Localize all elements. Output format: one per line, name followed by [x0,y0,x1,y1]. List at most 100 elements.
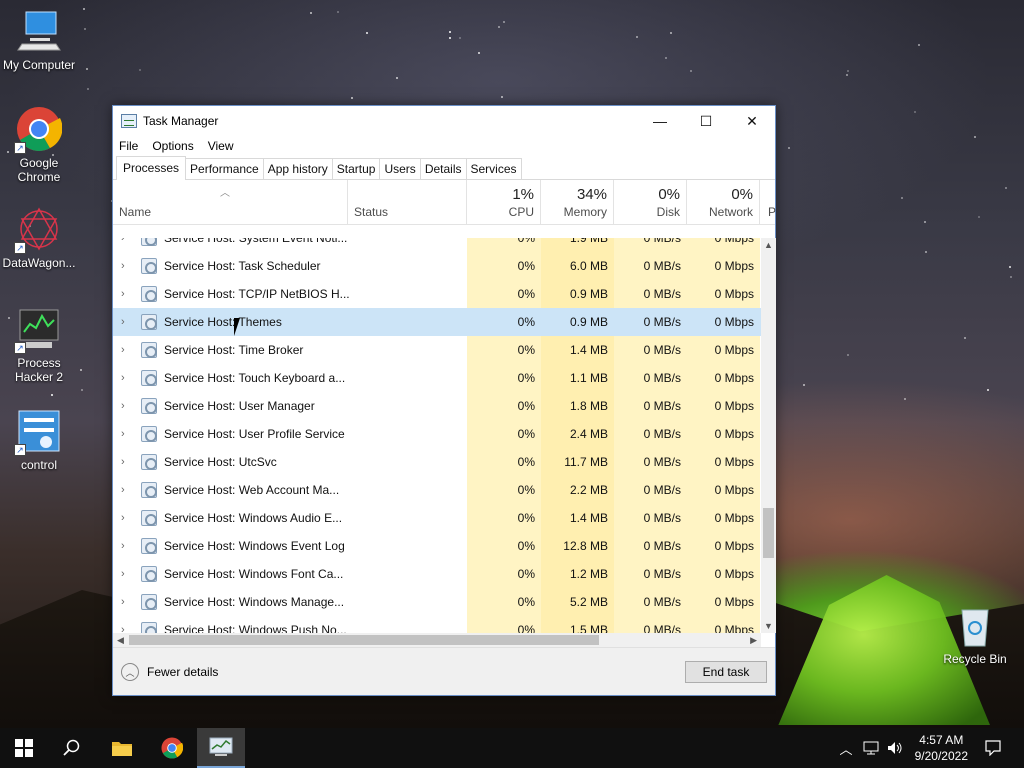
shortcut-arrow-icon: ↗ [14,142,26,154]
star [974,136,976,138]
menu-options[interactable]: Options [152,139,193,153]
menu-view[interactable]: View [208,139,234,153]
end-task-button[interactable]: End task [685,661,767,683]
disk-value: 0 MB/s [614,336,687,364]
column-header-cpu[interactable]: 1% CPU [467,180,541,225]
desktop-icon-label: Process Hacker 2 [14,356,64,384]
column-header-name[interactable]: ︿ Name [113,180,347,225]
star [87,88,89,90]
table-row[interactable]: › Service Host: User Profile Service 0% 2.4… [113,420,761,448]
expand-chevron-icon[interactable]: › [121,280,125,308]
notifications-button[interactable] [978,728,1008,768]
fewer-details-link[interactable]: ︿ Fewer details [121,663,218,681]
table-row[interactable]: › Service Host: Themes 0% 0.9 MB 0 MB/s 0 Mbp… [113,308,761,336]
taskbar-task-manager[interactable] [197,728,245,768]
star [351,97,353,99]
expand-chevron-icon[interactable]: › [121,616,125,633]
expand-chevron-icon[interactable]: › [121,308,125,336]
expand-chevron-icon[interactable]: › [121,476,125,504]
menu-file[interactable]: File [119,139,138,153]
vertical-scroll-thumb[interactable] [763,508,774,558]
table-row[interactable]: › Service Host: Windows Manage... 0% 5.2 MB… [113,588,761,616]
tray-network[interactable] [860,728,882,768]
horizontal-scrollbar[interactable]: ◀ ▶ [113,633,761,647]
table-row[interactable]: › Service Host: Task Scheduler 0% 6.0 MB 0 M… [113,252,761,280]
column-header-status[interactable]: Status [347,180,467,225]
column-header-disk[interactable]: 0% Disk [614,180,687,225]
star [83,8,85,10]
expand-chevron-icon[interactable]: › [121,336,125,364]
table-row[interactable]: › Service Host: System Event Noti... 0% 1.9… [113,238,761,252]
table-row[interactable]: › Service Host: Windows Event Log 0% 12.8 M… [113,532,761,560]
table-row[interactable]: › Service Host: UtcSvc 0% 11.7 MB 0 MB/s 0 Mb… [113,448,761,476]
disk-value: 0 MB/s [614,532,687,560]
desktop-icon-recycle-bin[interactable]: Recycle Bin [936,602,1014,666]
scroll-up-arrow-icon[interactable]: ▲ [761,240,776,250]
minimize-button[interactable]: — [637,106,683,136]
search-button[interactable] [48,728,96,768]
task-manager-window: Task Manager — ☐ ✕ File Options View Pro… [112,105,776,696]
vertical-scrollbar[interactable]: ▲ ▼ [761,238,776,633]
desktop-icon-control[interactable]: ↗ control [0,408,78,472]
shortcut-arrow-icon: ↗ [14,444,26,456]
tab-performance[interactable]: Performance [185,158,264,179]
tab-startup[interactable]: Startup [331,158,381,179]
table-row[interactable]: › Service Host: Windows Audio E... 0% 1.4 M… [113,504,761,532]
desktop-icon-google-chrome[interactable]: ↗ Google Chrome [0,106,78,184]
network-value: 0 Mbps [687,420,760,448]
tab-services[interactable]: Services [465,158,522,179]
start-button[interactable] [0,728,48,768]
desktop-icon-my-computer[interactable]: My Computer [0,8,78,72]
expand-chevron-icon[interactable]: › [121,448,125,476]
close-button[interactable]: ✕ [729,106,775,136]
table-row[interactable]: › Service Host: TCP/IP NetBIOS H... 0% 0.9 … [113,280,761,308]
taskbar-clock[interactable]: 4:57 AM 9/20/2022 [915,732,968,764]
tab-processes[interactable]: Processes [116,156,187,180]
taskbar-chrome[interactable] [148,728,196,768]
cpu-value: 0% [467,420,541,448]
expand-chevron-icon[interactable]: › [121,364,125,392]
column-header: ︿ Name Status 1% CPU 34% Memory 0% Disk … [113,180,776,225]
title-bar[interactable]: Task Manager — ☐ ✕ [113,106,775,136]
horizontal-scroll-thumb[interactable] [129,635,599,645]
process-name: Service Host: Web Account Ma... [164,483,340,497]
memory-value: 0.9 MB [541,280,614,308]
scroll-right-arrow-icon[interactable]: ▶ [750,633,757,647]
table-row[interactable]: › Service Host: Touch Keyboard a... 0% 1.1 … [113,364,761,392]
scroll-left-arrow-icon[interactable]: ◀ [117,633,124,647]
expand-chevron-icon[interactable]: › [121,560,125,588]
cpu-value: 0% [467,392,541,420]
desktop-icon-datawagon[interactable]: ↗ DataWagon... [0,206,78,270]
expand-chevron-icon[interactable]: › [121,252,125,280]
expand-chevron-icon[interactable]: › [121,238,125,252]
scroll-down-arrow-icon[interactable]: ▼ [761,621,776,631]
expand-chevron-icon[interactable]: › [121,588,125,616]
expand-chevron-icon[interactable]: › [121,532,125,560]
tray-volume[interactable] [884,728,906,768]
column-header-memory[interactable]: 34% Memory [541,180,614,225]
desktop-icon-process-hacker[interactable]: ↗ Process Hacker 2 [0,306,78,384]
tab-app-history[interactable]: App history [262,158,333,179]
table-row[interactable]: › Service Host: Web Account Ma... 0% 2.2 MB… [113,476,761,504]
task-manager-icon [121,114,137,128]
table-row[interactable]: › Service Host: Windows Push No... 0% 1.5 M… [113,616,761,633]
process-name: Service Host: Time Broker [164,343,304,357]
disk-value: 0 MB/s [614,588,687,616]
maximize-button[interactable]: ☐ [683,106,729,136]
column-header-network[interactable]: 0% Network [687,180,760,225]
tab-details[interactable]: Details [419,158,467,179]
table-row[interactable]: › Service Host: User Manager 0% 1.8 MB 0 MB/… [113,392,761,420]
expand-chevron-icon[interactable]: › [121,420,125,448]
table-row[interactable]: › Service Host: Windows Font Ca... 0% 1.2 M… [113,560,761,588]
column-header-power[interactable]: P [760,180,776,225]
table-row[interactable]: › Service Host: Time Broker 0% 1.4 MB 0 MB/s… [113,336,761,364]
taskbar-file-explorer[interactable] [98,728,146,768]
memory-value: 1.8 MB [541,392,614,420]
star [987,389,989,391]
memory-value: 1.9 MB [541,238,614,252]
tray-overflow-button[interactable]: ︿ [836,728,856,768]
tab-users[interactable]: Users [379,158,421,179]
expand-chevron-icon[interactable]: › [121,504,125,532]
expand-chevron-icon[interactable]: › [121,392,125,420]
process-name: Service Host: Themes [164,315,282,329]
